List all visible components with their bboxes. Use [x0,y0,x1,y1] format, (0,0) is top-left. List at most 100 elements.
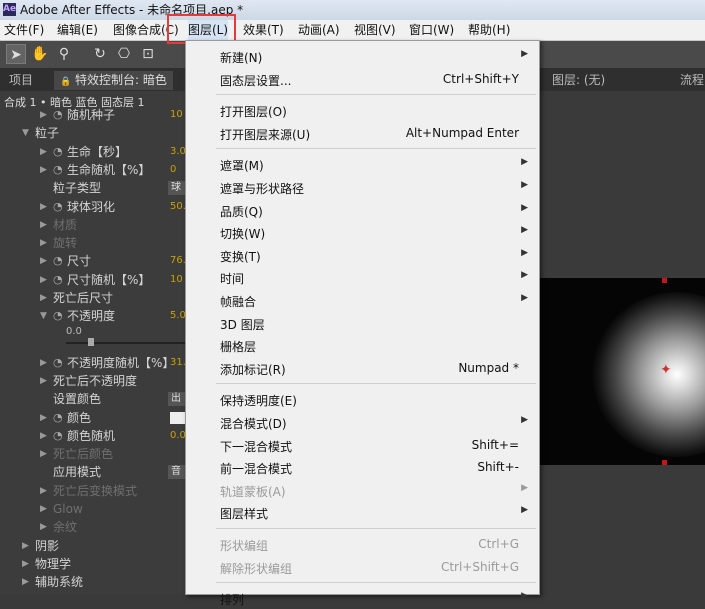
menu-item[interactable]: 混合模式(D) ▶ [186,411,539,433]
expand-triangle-icon[interactable]: ▶ [40,409,47,427]
expand-triangle-icon[interactable]: ▶ [40,354,47,372]
expand-triangle-icon[interactable]: ▶ [40,445,47,463]
expand-triangle-icon[interactable]: ▶ [40,500,47,518]
menu-item[interactable]: 品质(Q) ▶ [186,199,539,221]
effect-prop-row[interactable]: ▶ 物理学 [0,555,190,573]
effect-prop-row[interactable]: ▶ 阴影 [0,537,190,555]
expand-triangle-icon[interactable]: ▶ [40,427,47,445]
menu-item[interactable]: 新建(N) ▶ [186,45,539,67]
effect-prop-row[interactable]: ▶ ◔ 尺寸随机【%】 10 [0,271,190,289]
effect-prop-row[interactable]: 设置颜色出 [0,390,190,408]
menu-5[interactable]: 动画(A) [298,20,340,40]
tab-flowchart[interactable]: 流程 [680,69,705,91]
effect-prop-row[interactable]: ▶ ◔ 不透明度随机【%】 31. [0,354,190,372]
expand-triangle-icon[interactable]: ▶ [40,518,47,536]
stopwatch-icon[interactable]: ◔ [53,271,63,289]
effect-prop-value[interactable]: 10 [170,271,183,289]
expand-triangle-icon[interactable]: ▶ [40,161,47,179]
menu-0[interactable]: 文件(F) [4,20,44,40]
menu-item[interactable]: 添加标记(R) Numpad * [186,357,539,379]
effect-prop-row[interactable]: ▶ ◔ 颜色随机 0.0 [0,427,190,445]
stopwatch-icon[interactable]: ◔ [53,143,63,161]
menu-item[interactable]: 栅格层 [186,334,539,356]
expand-triangle-icon[interactable]: ▶ [40,143,47,161]
rotate-tool-icon[interactable]: ↻ [90,44,110,64]
stopwatch-icon[interactable]: ◔ [53,198,63,216]
menu-6[interactable]: 视图(V) [354,20,396,40]
selection-tool-icon[interactable]: ➤ [6,44,26,64]
menu-item[interactable]: 图层样式 ▶ [186,501,539,523]
effect-prop-value[interactable]: 31. [170,354,186,372]
effect-prop-row[interactable]: 应用模式音 [0,463,190,481]
effect-prop-row[interactable]: ▶ 辅助系统 [0,573,190,591]
effect-prop-value[interactable]: 5.0 [170,307,186,325]
expand-triangle-icon[interactable]: ▶ [40,482,47,500]
menu-item[interactable]: 3D 图层 [186,312,539,334]
expand-triangle-icon[interactable]: ▶ [40,234,47,252]
effect-prop-row[interactable]: ▼ ◔ 不透明度 5.0 [0,307,190,325]
menu-7[interactable]: 窗口(W) [409,20,454,40]
layer-handle-bottom[interactable] [662,460,667,465]
camera-tool-icon[interactable]: ⎔ [114,44,134,64]
effect-prop-row[interactable]: 粒子类型球 [0,179,190,197]
menu-item[interactable]: 变换(T) ▶ [186,244,539,266]
effect-prop-value[interactable]: 10 [170,106,183,124]
expand-triangle-icon[interactable]: ▶ [40,216,47,234]
expand-triangle-icon[interactable]: ▶ [40,271,47,289]
hand-tool-icon[interactable]: ✋ [30,44,50,64]
menu-item[interactable]: 固态层设置... Ctrl+Shift+Y [186,68,539,90]
expand-triangle-icon[interactable]: ▶ [22,573,29,591]
tab-layer[interactable]: 图层: (无) [552,69,606,91]
menu-item[interactable]: 排列 ▶ [186,587,539,609]
menu-item[interactable]: 遮罩与形状路径 ▶ [186,176,539,198]
effect-prop-row[interactable]: ▶ ◔ 随机种子 10 [0,106,190,124]
expand-triangle-icon[interactable]: ▶ [40,198,47,216]
tab-project[interactable]: 项目 [3,71,39,90]
effect-prop-value[interactable]: 3.0 [170,143,186,161]
expand-triangle-icon[interactable]: ▶ [22,537,29,555]
collapse-triangle-icon[interactable]: ▼ [40,307,47,325]
effect-prop-value[interactable]: 76. [170,252,186,270]
opacity-slider[interactable]: 0.0 [0,326,190,354]
menu-1[interactable]: 编辑(E) [57,20,98,40]
stopwatch-icon[interactable]: ◔ [53,307,63,325]
composition-viewer[interactable]: ✦ [540,278,705,465]
menu-item[interactable]: 遮罩(M) ▶ [186,153,539,175]
slider-track[interactable] [66,341,186,344]
tab-effect-controls[interactable]: 🔒 特效控制台: 暗色 [54,71,173,90]
menu-item[interactable]: 保持透明度(E) [186,388,539,410]
effect-prop-row[interactable]: ▶ 死亡后尺寸 [0,289,190,307]
effect-prop-row[interactable]: ▶ ◔ 生命随机【%】 0 [0,161,190,179]
stopwatch-icon[interactable]: ◔ [53,409,63,427]
effect-prop-row[interactable]: ▼ 粒子 [0,124,190,142]
expand-triangle-icon[interactable]: ▶ [40,252,47,270]
effect-prop-row[interactable]: ▶ 死亡后不透明度 [0,372,190,390]
menu-item[interactable]: 前一混合模式 Shift+- [186,456,539,478]
menu-item[interactable]: 打开图层来源(U) Alt+Numpad Enter [186,122,539,144]
menu-item[interactable]: 时间 ▶ [186,266,539,288]
anchor-point-icon[interactable]: ✦ [660,362,672,378]
effect-prop-value[interactable]: 0.0 [170,427,186,445]
stopwatch-icon[interactable]: ◔ [53,354,63,372]
expand-triangle-icon[interactable]: ▶ [40,289,47,307]
menu-8[interactable]: 帮助(H) [468,20,510,40]
menu-item[interactable]: 打开图层(O) [186,99,539,121]
expand-triangle-icon[interactable]: ▶ [22,555,29,573]
effect-prop-value[interactable]: 50. [170,198,186,216]
effect-prop-row[interactable]: ▶ ◔ 尺寸 76. [0,252,190,270]
zoom-tool-icon[interactable]: ⚲ [54,44,74,64]
slider-thumb[interactable] [88,337,94,346]
expand-triangle-icon[interactable]: ▶ [40,106,47,124]
pan-behind-tool-icon[interactable]: ⊡ [138,44,158,64]
menu-item[interactable]: 切换(W) ▶ [186,221,539,243]
effect-prop-value[interactable]: 0 [170,161,176,179]
menu-4[interactable]: 效果(T) [243,20,284,40]
effect-prop-row[interactable]: ▶ ◔ 球体羽化 50. [0,198,190,216]
stopwatch-icon[interactable]: ◔ [53,427,63,445]
menu-2[interactable]: 图像合成(C) [113,20,179,40]
expand-triangle-icon[interactable]: ▶ [40,372,47,390]
menu-3[interactable]: 图层(L) [188,20,229,40]
menu-item[interactable]: 下一混合模式 Shift+= [186,434,539,456]
effect-prop-row[interactable]: ▶ ◔ 颜色 [0,409,190,427]
collapse-triangle-icon[interactable]: ▼ [22,124,29,142]
